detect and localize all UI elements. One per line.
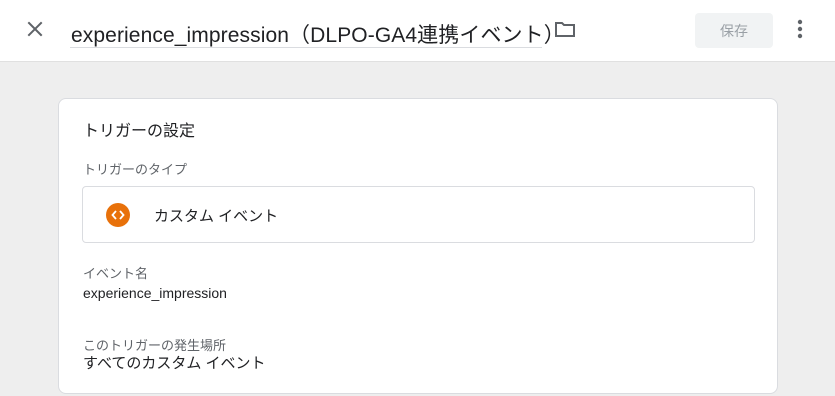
save-button[interactable]: 保存 [695,13,773,48]
close-button[interactable] [20,16,50,46]
more-vert-icon [797,19,803,44]
trigger-type-label: トリガーのタイプ [83,162,188,177]
top-bar: experience_impression（DLPO-GA4連携イベント） 保存 [0,0,835,62]
more-options-button[interactable] [788,17,812,45]
trigger-config-card: トリガーの設定 トリガーのタイプ カスタム イベント イベント名 experie… [58,98,778,394]
custom-event-icon [106,203,130,227]
section-title: トリガーの設定 [83,123,196,140]
close-icon [26,20,44,43]
trigger-type-value: カスタム イベント [154,208,279,225]
folder-button[interactable] [552,18,578,44]
trigger-type-selector[interactable]: カスタム イベント [82,186,755,243]
event-name-label: イベント名 [83,266,149,281]
event-name-value: experience_impression [83,285,227,301]
trigger-name-title: experience_impression（DLPO-GA4連携イベント） [71,24,565,47]
fires-on-value: すべてのカスタム イベント [83,355,266,372]
title-field[interactable]: experience_impression（DLPO-GA4連携イベント） [70,10,565,48]
folder-icon [554,20,576,43]
